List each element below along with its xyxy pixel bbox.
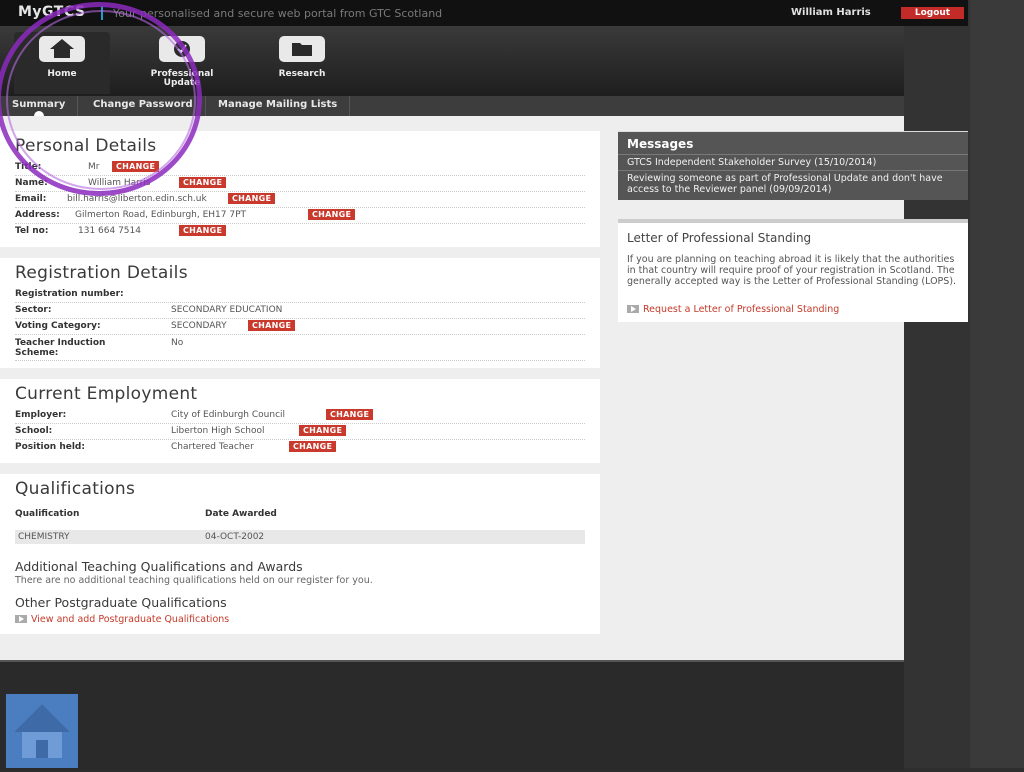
- additional-qualifications-text: There are no additional teaching qualifi…: [15, 575, 373, 586]
- qualifications-title: Qualifications: [15, 479, 136, 499]
- change-tel-button[interactable]: CHANGE: [179, 225, 227, 236]
- message-item[interactable]: Reviewing someone as part of Professiona…: [618, 171, 968, 197]
- change-title-button[interactable]: CHANGE: [112, 161, 160, 172]
- detail-row-sector: Sector: SECONDARY EDUCATION: [15, 303, 585, 319]
- personal-details-title: Personal Details: [15, 136, 157, 156]
- professional-update-icon: [159, 36, 205, 62]
- induction-scheme-value: No: [171, 338, 184, 348]
- change-voting-category-button[interactable]: CHANGE: [248, 320, 296, 331]
- registration-number-label: Registration number:: [15, 289, 124, 299]
- employer-value: City of Edinburgh Council: [171, 410, 286, 420]
- detail-row-registration-number: Registration number:: [15, 287, 585, 303]
- play-arrow-icon: [15, 615, 27, 623]
- view-postgraduate-link[interactable]: View and add Postgraduate Qualifications: [15, 614, 229, 625]
- folder-icon: [279, 36, 325, 62]
- detail-row-tel: Tel no: 131 664 7514 CHANGE: [15, 224, 585, 239]
- play-arrow-icon: [627, 305, 639, 313]
- detail-row-employer: Employer: City of Edinburgh Council CHAN…: [15, 408, 585, 424]
- page-footer: [0, 660, 904, 770]
- address-value: Gilmerton Road, Edinburgh, EH17 7PT: [75, 210, 247, 220]
- date-awarded-column-header: Date Awarded: [205, 509, 277, 519]
- nav-research[interactable]: Research: [254, 32, 350, 94]
- detail-row-induction-scheme: Teacher Induction Scheme: No: [15, 336, 585, 361]
- change-position-button[interactable]: CHANGE: [289, 441, 337, 452]
- sub-tabs: Summary Change Password Manage Mailing L…: [0, 96, 904, 121]
- tel-value: 131 664 7514: [78, 226, 141, 236]
- main-navigation: Home Professional Update Research: [0, 26, 904, 96]
- lops-title: Letter of Professional Standing: [627, 231, 812, 245]
- registration-details-title: Registration Details: [15, 263, 188, 283]
- tel-label: Tel no:: [15, 226, 49, 236]
- name-value: William Harris: [88, 178, 151, 188]
- voting-category-label: Voting Category:: [15, 321, 101, 331]
- qualification-cell: CHEMISTRY: [18, 532, 70, 542]
- logout-button[interactable]: Logout: [901, 7, 964, 19]
- lops-panel: Letter of Professional Standing If you a…: [618, 219, 968, 322]
- detail-row-school: School: Liberton High School CHANGE: [15, 424, 585, 440]
- home-icon: [39, 36, 85, 62]
- induction-scheme-label: Teacher Induction Scheme:: [15, 338, 106, 358]
- email-value: bill.harris@liberton.edin.sch.uk: [67, 194, 207, 204]
- table-row: CHEMISTRY 04-OCT-2002: [15, 530, 585, 544]
- additional-qualifications-title: Additional Teaching Qualifications and A…: [15, 559, 303, 574]
- title-label: Title:: [15, 162, 42, 172]
- position-value: Chartered Teacher: [171, 442, 254, 452]
- qualifications-panel: Qualifications Qualification Date Awarde…: [0, 474, 600, 634]
- request-lops-link-text: Request a Letter of Professional Standin…: [643, 304, 840, 315]
- detail-row-position: Position held: Chartered Teacher CHANGE: [15, 440, 585, 455]
- nav-professional-update[interactable]: Professional Update: [134, 32, 230, 94]
- voting-category-value: SECONDARY: [171, 321, 227, 331]
- position-label: Position held:: [15, 442, 85, 452]
- nav-home-label: Home: [47, 69, 77, 79]
- change-school-button[interactable]: CHANGE: [299, 425, 347, 436]
- title-value: Mr: [88, 162, 100, 172]
- tab-summary[interactable]: Summary: [0, 96, 79, 121]
- personal-details-panel: Personal Details Title: Mr CHANGE Name: …: [0, 131, 600, 247]
- name-label: Name:: [15, 178, 48, 188]
- view-postgraduate-link-text: View and add Postgraduate Qualifications: [31, 614, 230, 625]
- home-corner-button[interactable]: [6, 694, 78, 768]
- registration-details-panel: Registration Details Registration number…: [0, 258, 600, 368]
- change-address-button[interactable]: CHANGE: [308, 209, 356, 220]
- logo-separator: [101, 6, 103, 20]
- detail-row-title: Title: Mr CHANGE: [15, 160, 585, 176]
- user-name: William Harris: [791, 7, 871, 18]
- nav-research-label: Research: [278, 69, 326, 79]
- sector-value: SECONDARY EDUCATION: [171, 305, 283, 315]
- qualification-column-header: Qualification: [15, 509, 80, 519]
- change-employer-button[interactable]: CHANGE: [326, 409, 374, 420]
- current-employment-title: Current Employment: [15, 384, 198, 404]
- change-name-button[interactable]: CHANGE: [179, 177, 227, 188]
- email-label: Email:: [15, 194, 47, 204]
- tab-change-password[interactable]: Change Password: [81, 96, 206, 116]
- current-employment-panel: Current Employment Employer: City of Edi…: [0, 379, 600, 463]
- address-label: Address:: [15, 210, 60, 220]
- message-item[interactable]: GTCS Independent Stakeholder Survey (15/…: [618, 155, 968, 171]
- date-awarded-cell: 04-OCT-2002: [205, 532, 265, 542]
- employer-label: Employer:: [15, 410, 67, 420]
- detail-row-voting-category: Voting Category: SECONDARY CHANGE: [15, 319, 585, 335]
- nav-professional-update-label: Professional Update: [150, 69, 214, 88]
- lops-description: If you are planning on teaching abroad i…: [627, 254, 957, 287]
- sector-label: Sector:: [15, 305, 52, 315]
- site-tagline: Your personalised and secure web portal …: [113, 7, 443, 20]
- detail-row-email: Email: bill.harris@liberton.edin.sch.uk …: [15, 192, 585, 208]
- postgraduate-qualifications-title: Other Postgraduate Qualifications: [15, 595, 227, 610]
- request-lops-link[interactable]: Request a Letter of Professional Standin…: [627, 304, 839, 315]
- tab-summary-label: Summary: [12, 99, 66, 110]
- home-icon: [14, 704, 70, 758]
- site-logo[interactable]: MyGTCS: [18, 4, 85, 20]
- tab-manage-mailing-lists[interactable]: Manage Mailing Lists: [206, 96, 351, 116]
- school-label: School:: [15, 426, 53, 436]
- detail-row-address: Address: Gilmerton Road, Edinburgh, EH17…: [15, 208, 585, 224]
- top-bar: MyGTCS Your personalised and secure web …: [0, 0, 968, 26]
- change-email-button[interactable]: CHANGE: [228, 193, 276, 204]
- school-value: Liberton High School: [171, 426, 265, 436]
- messages-title: Messages: [618, 132, 968, 155]
- messages-panel: Messages GTCS Independent Stakeholder Su…: [618, 131, 968, 200]
- nav-home[interactable]: Home: [14, 32, 110, 94]
- detail-row-name: Name: William Harris CHANGE: [15, 176, 585, 192]
- right-margin: [904, 0, 1024, 768]
